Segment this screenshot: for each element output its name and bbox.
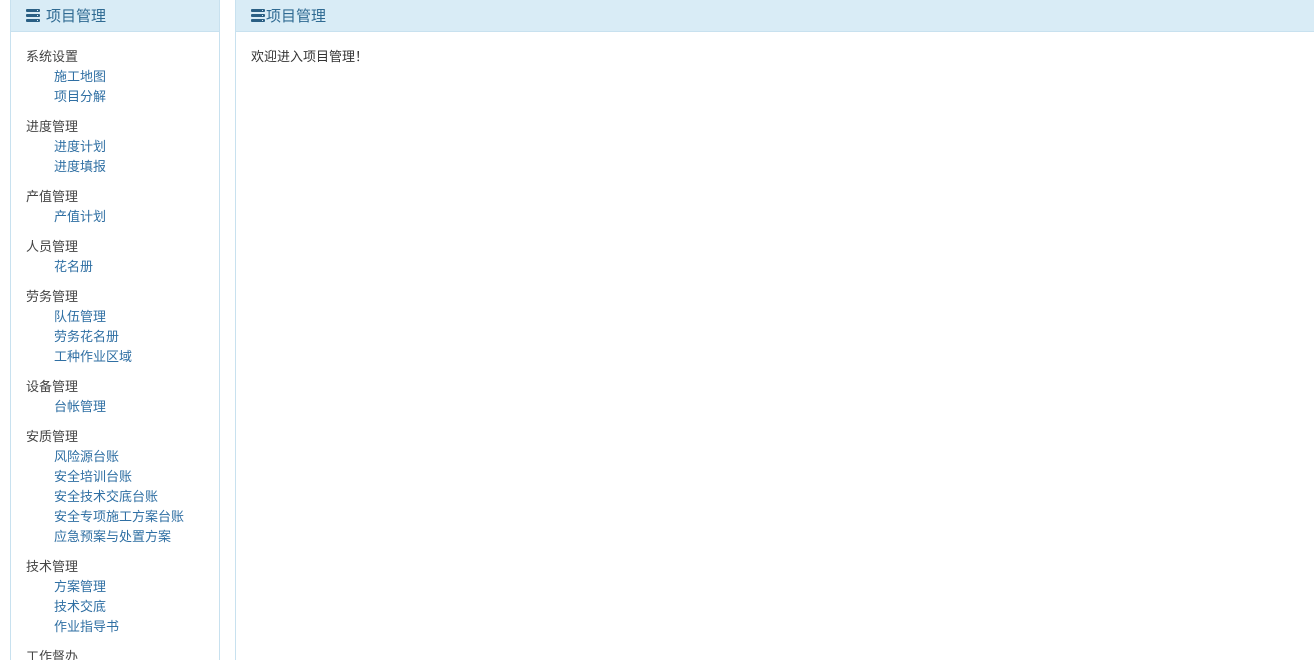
sidebar-nav-link[interactable]: 安全培训台账 bbox=[26, 468, 219, 488]
sidebar-nav-link[interactable]: 技术交底 bbox=[26, 598, 219, 618]
nav-group: 工作督办 bbox=[26, 648, 219, 660]
sidebar-nav-link[interactable]: 项目分解 bbox=[26, 88, 219, 108]
nav-group: 系统设置施工地图 项目分解 bbox=[26, 48, 219, 108]
sidebar-header: 项目管理 bbox=[11, 0, 219, 32]
nav-group-title: 安质管理 bbox=[26, 430, 79, 445]
nav-group: 设备管理 台帐管理 bbox=[26, 378, 219, 418]
app-layout: 项目管理 系统设置施工地图 项目分解进度管理进度计划 进度填报产值管理产值计划人员管… bbox=[0, 0, 1314, 660]
sidebar-nav-link[interactable]: 安全技术交底台账 bbox=[26, 488, 219, 508]
welcome-message: 欢迎进入项目管理！ bbox=[251, 50, 369, 65]
nav-group: 产值管理 产值计划 bbox=[26, 188, 219, 228]
sidebar-nav-link[interactable]: 进度填报 bbox=[26, 158, 219, 178]
nav-group-title: 系统设置 bbox=[26, 50, 79, 65]
sidebar: 项目管理 系统设置施工地图 项目分解进度管理进度计划 进度填报产值管理产值计划人员管… bbox=[10, 0, 220, 660]
sidebar-nav-link[interactable]: 应急预案与处置方案 bbox=[26, 528, 219, 548]
server-stack-icon bbox=[26, 9, 40, 22]
sidebar-nav-link[interactable]: 作业指导书 bbox=[26, 618, 219, 638]
main-title: 项目管理 bbox=[266, 7, 327, 25]
sidebar-nav: 系统设置施工地图 项目分解进度管理进度计划 进度填报产值管理产值计划人员管理花名册劳… bbox=[11, 32, 219, 660]
nav-group-title: 劳务管理 bbox=[26, 290, 79, 305]
sidebar-nav-link[interactable]: 队伍管理 bbox=[26, 308, 219, 328]
nav-group: 劳务管理队伍管理 劳务花名册 工种作业区域 bbox=[26, 288, 219, 368]
sidebar-nav-link[interactable]: 安全专项施工方案台账 bbox=[26, 508, 219, 528]
nav-group-title: 人员管理 bbox=[26, 240, 79, 255]
sidebar-nav-link[interactable]: 方案管理 bbox=[26, 578, 219, 598]
sidebar-nav-link[interactable]: 工种作业区域 bbox=[26, 348, 219, 368]
nav-group: 安质管理风险源台账 安全培训台账 安全技术交底台账 安全专项施工方案台账 应急预案与处置… bbox=[26, 428, 219, 548]
server-stack-icon bbox=[251, 9, 265, 22]
nav-group-title: 设备管理 bbox=[26, 380, 79, 395]
nav-group-title: 产值管理 bbox=[26, 190, 79, 205]
nav-group: 技术管理方案管理 技术交底 作业指导书 bbox=[26, 558, 219, 638]
sidebar-nav-link[interactable]: 台帐管理 bbox=[26, 398, 219, 418]
main-panel: 项目管理 欢迎进入项目管理！ bbox=[235, 0, 1314, 660]
sidebar-nav-link[interactable]: 风险源台账 bbox=[26, 448, 219, 468]
nav-group: 进度管理进度计划 进度填报 bbox=[26, 118, 219, 178]
sidebar-nav-link[interactable]: 进度计划 bbox=[26, 138, 219, 158]
sidebar-nav-link[interactable]: 产值计划 bbox=[26, 208, 219, 228]
sidebar-nav-link[interactable]: 劳务花名册 bbox=[26, 328, 219, 348]
nav-group-title: 进度管理 bbox=[26, 120, 79, 135]
sidebar-nav-link[interactable]: 花名册 bbox=[26, 258, 219, 278]
main-header: 项目管理 bbox=[236, 0, 1314, 32]
sidebar-nav-link[interactable]: 施工地图 bbox=[26, 68, 219, 88]
sidebar-title: 项目管理 bbox=[46, 7, 107, 25]
nav-group-title: 工作督办 bbox=[26, 650, 79, 660]
nav-group: 人员管理 花名册 bbox=[26, 238, 219, 278]
nav-group-title: 技术管理 bbox=[26, 560, 79, 575]
